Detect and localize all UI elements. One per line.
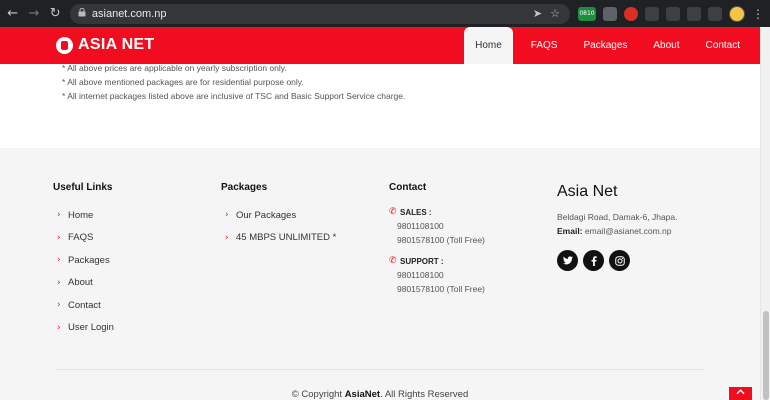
- back-arrow-icon[interactable]: ←: [4, 5, 21, 23]
- sales-contact: ✆ SALES : 9801108100 9801578100 (Toll Fr…: [389, 207, 485, 247]
- packages-column: Packages › Our Packages › 45 MBPS UNLIMITE…: [221, 182, 336, 249]
- twitter-icon[interactable]: [557, 250, 578, 271]
- footer-link-contact[interactable]: › Contact: [57, 294, 114, 317]
- social-links: [557, 250, 678, 271]
- instagram-icon[interactable]: [609, 250, 630, 271]
- main-nav: Home FAQS Packages About Contact: [464, 27, 753, 64]
- extension-edit-icon[interactable]: [665, 6, 680, 21]
- contact-title: Contact: [389, 182, 427, 193]
- chevron-right-icon: ›: [57, 300, 61, 311]
- footer-link-faqs[interactable]: › FAQS: [57, 227, 114, 250]
- extension-pen-icon[interactable]: [644, 6, 659, 21]
- brand-address: Beldagi Road, Damak-6, Jhapa.: [557, 212, 678, 222]
- nav-packages[interactable]: Packages: [570, 27, 640, 64]
- footer-link-packages[interactable]: › Packages: [57, 249, 114, 272]
- chevron-right-icon: ›: [57, 255, 61, 266]
- copyright-brand: AsiaNet: [344, 389, 381, 400]
- extension-badge-icon[interactable]: 0810: [577, 6, 596, 21]
- sales-phone[interactable]: 9801108100: [397, 219, 485, 233]
- link-label[interactable]: Our Packages: [236, 210, 296, 221]
- footer-link-45mbps[interactable]: › 45 MBPS UNLIMITED *: [225, 227, 336, 250]
- footer-divider: [55, 369, 705, 370]
- sidebar-icon[interactable]: [707, 6, 722, 21]
- support-toll-free[interactable]: 9801578100 (Toll Free): [397, 282, 485, 296]
- note-line: * All above mentioned packages are for r…: [62, 77, 304, 87]
- nav-about[interactable]: About: [640, 27, 692, 64]
- back-to-top-button[interactable]: [729, 387, 752, 400]
- link-label[interactable]: About: [68, 277, 93, 288]
- chevron-right-icon: ›: [57, 232, 61, 243]
- brand-title: Asia Net: [557, 183, 618, 200]
- facebook-icon[interactable]: [583, 250, 604, 271]
- sales-label-row: ✆ SALES :: [389, 207, 485, 217]
- chevron-right-icon: ›: [57, 277, 61, 288]
- packages-title: Packages: [221, 182, 268, 193]
- logo-icon: [56, 36, 73, 54]
- link-label[interactable]: Contact: [68, 300, 101, 311]
- brand-column: Asia Net Beldagi Road, Damak-6, Jhapa. E…: [557, 183, 678, 271]
- link-label[interactable]: 45 MBPS UNLIMITED *: [236, 232, 336, 243]
- chevron-right-icon: ›: [57, 322, 61, 333]
- profile-avatar[interactable]: [728, 5, 745, 22]
- nav-contact[interactable]: Contact: [693, 27, 753, 64]
- phone-icon: ✆: [389, 207, 397, 217]
- footer-link-user-login[interactable]: › User Login: [57, 317, 114, 340]
- package-notes: * All above prices are applicable on yea…: [0, 63, 760, 148]
- site-logo[interactable]: ASIA NET: [56, 36, 154, 54]
- sales-label: SALES :: [400, 207, 432, 217]
- brand-email-row: Email: email@asianet.com.np: [557, 224, 678, 238]
- nav-home[interactable]: Home: [464, 27, 513, 64]
- sales-toll-free[interactable]: 9801578100 (Toll Free): [397, 233, 485, 247]
- logo-text: ASIA NET: [78, 36, 155, 53]
- support-label: SUPPORT :: [400, 256, 444, 266]
- phone-icon: ✆: [389, 256, 397, 266]
- chevron-right-icon: ›: [225, 210, 229, 221]
- nav-faqs[interactable]: FAQS: [518, 27, 571, 64]
- link-label[interactable]: FAQS: [68, 232, 93, 243]
- chevron-right-icon: ›: [57, 210, 61, 221]
- site-footer: Useful Links › Home › FAQS › Packages › Abou…: [0, 148, 760, 400]
- email-label: Email:: [557, 226, 583, 236]
- footer-link-about[interactable]: › About: [57, 272, 114, 295]
- useful-links-title: Useful Links: [53, 182, 113, 193]
- copyright-suffix: . All Rights Reserved: [380, 389, 469, 400]
- browser-menu-icon[interactable]: ⋮: [752, 7, 764, 21]
- lock-icon[interactable]: [78, 7, 86, 20]
- note-line: * All internet packages listed above are…: [62, 91, 406, 101]
- chevron-up-icon: [736, 389, 745, 395]
- copyright-prefix: © Copyright: [291, 389, 345, 400]
- footer-link-home[interactable]: › Home: [57, 204, 114, 227]
- address-bar[interactable]: asianet.com.np ➤ ☆: [69, 3, 570, 24]
- support-phone[interactable]: 9801108100: [397, 268, 485, 282]
- footer-link-our-packages[interactable]: › Our Packages: [225, 204, 336, 227]
- extension-record-icon[interactable]: [623, 6, 638, 21]
- bookmark-star-icon[interactable]: ☆: [550, 7, 560, 20]
- extension-icon[interactable]: [602, 6, 617, 21]
- email-link[interactable]: email@asianet.com.np: [585, 226, 672, 236]
- site-header: ASIA NET Home FAQS Packages About Contac…: [0, 27, 770, 64]
- useful-links-column: Useful Links › Home › FAQS › Packages › Abou…: [53, 182, 114, 339]
- reload-icon[interactable]: ↻: [47, 5, 64, 23]
- note-line: * All above prices are applicable on yea…: [62, 63, 287, 73]
- copyright: © Copyright AsiaNet. All Rights Reserved: [0, 389, 760, 400]
- url-text[interactable]: asianet.com.np: [92, 8, 167, 20]
- support-label-row: ✆ SUPPORT :: [389, 256, 485, 266]
- page-scrollbar[interactable]: [760, 27, 770, 400]
- link-label[interactable]: Packages: [68, 255, 110, 266]
- share-icon[interactable]: ➤: [533, 7, 542, 20]
- link-label[interactable]: Home: [68, 210, 93, 221]
- browser-toolbar: ← → ↻ asianet.com.np ➤ ☆ 0810 ⋮: [0, 0, 770, 27]
- support-contact: ✆ SUPPORT : 9801108100 9801578100 (Toll …: [389, 256, 485, 296]
- chevron-right-icon: ›: [225, 232, 229, 243]
- extensions-puzzle-icon[interactable]: [686, 6, 701, 21]
- scrollbar-thumb[interactable]: [763, 311, 769, 400]
- link-label[interactable]: User Login: [68, 322, 114, 333]
- contact-column: Contact ✆ SALES : 9801108100 9801578100 …: [389, 182, 485, 305]
- forward-arrow-icon[interactable]: →: [25, 5, 42, 23]
